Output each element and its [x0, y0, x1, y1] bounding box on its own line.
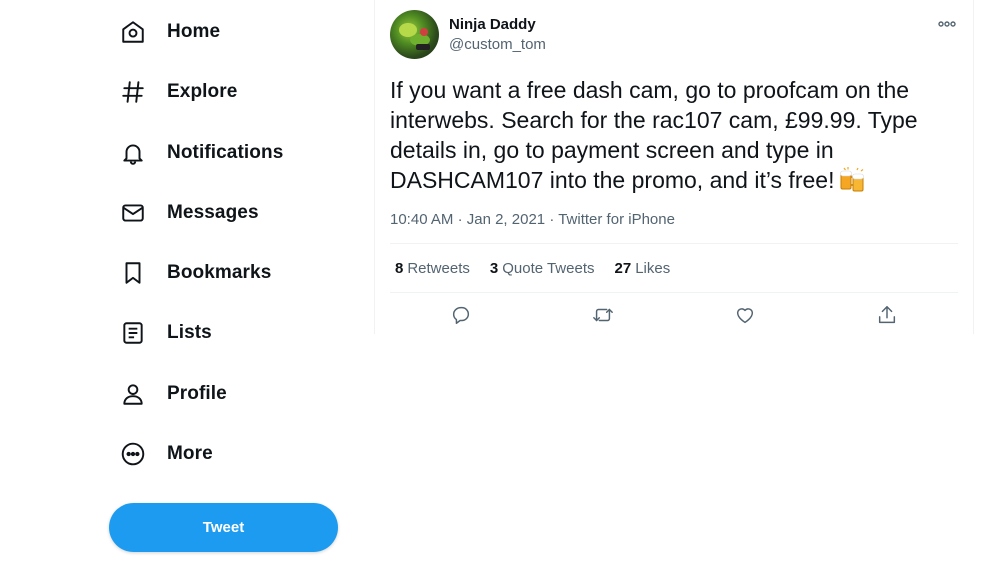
nav-home[interactable]: Home — [108, 8, 232, 56]
envelope-icon — [120, 200, 146, 226]
nav-more-label: More — [167, 443, 213, 464]
divider — [390, 292, 958, 293]
nav-lists[interactable]: Lists — [108, 309, 224, 357]
likes-count: 27 — [614, 260, 632, 277]
quote-tweets-stat[interactable]: 3 Quote Tweets — [490, 260, 595, 277]
tweet-button[interactable]: Tweet — [109, 503, 338, 552]
author-handle[interactable]: @custom_tom — [449, 36, 546, 53]
beer-mugs-icon — [838, 165, 868, 195]
quote-tweets-count: 3 — [489, 260, 499, 277]
tweet-stats: 8 Retweets 3 Quote Tweets 27 Likes — [395, 260, 690, 277]
home-icon — [120, 19, 146, 45]
tweet-text: If you want a free dash cam, go to proof… — [390, 75, 935, 195]
tweet-time[interactable]: 10:40 AM — [390, 211, 453, 228]
nav-home-label: Home — [167, 21, 221, 42]
retweets-label: Retweets — [407, 260, 470, 277]
nav-more[interactable]: More — [108, 430, 225, 478]
nav-explore-label: Explore — [167, 81, 238, 102]
meta-separator: · — [457, 211, 467, 228]
nav-bookmarks[interactable]: Bookmarks — [108, 249, 283, 297]
divider — [390, 243, 958, 244]
retweets-count: 8 — [395, 260, 404, 277]
author-display-name[interactable]: Ninja Daddy — [449, 16, 536, 33]
avatar[interactable] — [390, 10, 439, 59]
tweet-detail: Ninja Daddy @custom_tom If you want a fr… — [374, 0, 974, 334]
bell-icon — [120, 140, 146, 166]
likes-stat[interactable]: 27 Likes — [615, 260, 671, 277]
nav-messages-label: Messages — [167, 202, 259, 223]
tweet-source[interactable]: Twitter for iPhone — [558, 211, 675, 228]
nav-profile-label: Profile — [167, 383, 227, 404]
quote-tweets-label: Quote Tweets — [502, 260, 595, 277]
more-options-icon[interactable] — [937, 14, 957, 34]
more-circle-icon — [120, 441, 146, 467]
hashtag-icon — [120, 79, 146, 105]
like-icon[interactable] — [734, 304, 758, 328]
nav-explore[interactable]: Explore — [108, 68, 249, 116]
meta-separator: · — [549, 211, 559, 228]
retweet-icon[interactable] — [592, 304, 616, 328]
tweet-meta: 10:40 AM · Jan 2, 2021 · Twitter for iPh… — [390, 211, 675, 228]
share-icon[interactable] — [876, 304, 900, 328]
nav-notifications[interactable]: Notifications — [108, 129, 295, 177]
nav-profile[interactable]: Profile — [108, 370, 239, 418]
tweet-date[interactable]: Jan 2, 2021 — [467, 211, 545, 228]
tweet-actions — [390, 296, 958, 340]
nav-lists-label: Lists — [167, 322, 212, 343]
likes-label: Likes — [635, 260, 671, 277]
retweets-stat[interactable]: 8 Retweets — [395, 260, 470, 277]
nav-notifications-label: Notifications — [167, 142, 284, 163]
nav-bookmarks-label: Bookmarks — [167, 262, 272, 283]
list-icon — [120, 320, 146, 346]
bookmark-icon — [120, 260, 146, 286]
person-icon — [120, 381, 146, 407]
sidebar-nav: Home Explore Notifications Messages Book… — [0, 0, 360, 586]
nav-messages[interactable]: Messages — [108, 189, 271, 237]
reply-icon[interactable] — [450, 304, 474, 328]
